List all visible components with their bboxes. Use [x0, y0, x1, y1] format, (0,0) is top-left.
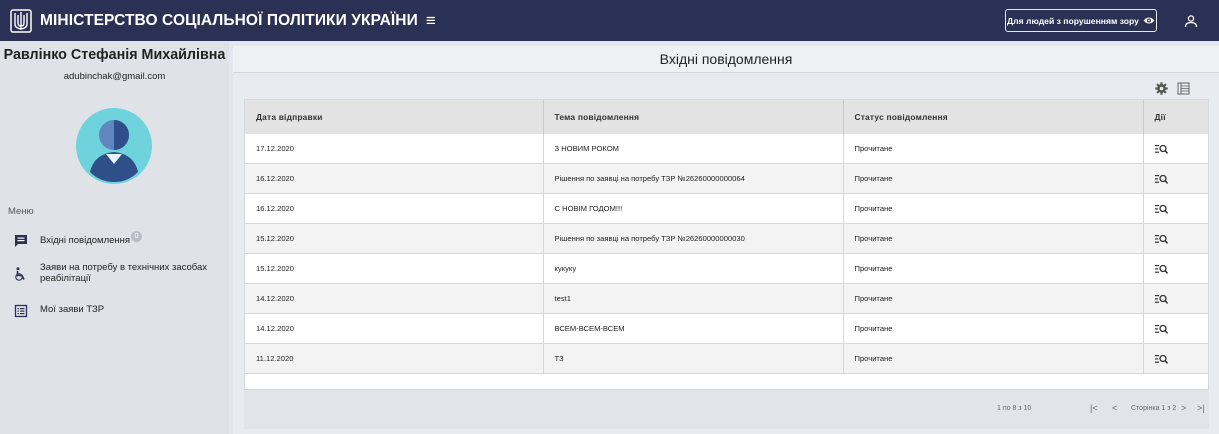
status-cell: Прочитане: [843, 223, 1144, 254]
gear-icon[interactable]: [1155, 82, 1168, 95]
unread-count-badge: 0: [131, 231, 143, 242]
list-icon: [14, 304, 28, 318]
message-icon: [15, 235, 27, 247]
date-cell: 16.12.2020: [245, 193, 544, 224]
eye-icon: [1143, 17, 1155, 24]
first-page-button[interactable]: |<: [1090, 403, 1098, 413]
table-row[interactable]: 15.12.2020 Рішення по заявці на потребу Т…: [245, 223, 1208, 254]
view-details-icon[interactable]: [1154, 204, 1168, 214]
user-email: adubinchak@gmail.com: [63, 71, 166, 82]
actions-cell: [1143, 343, 1208, 374]
status-cell: Прочитане: [843, 313, 1144, 344]
sidebar-item-tzr-requests[interactable]: Заяви на потребу в технічних засобах реа…: [0, 260, 229, 286]
actions-cell: [1143, 163, 1208, 194]
sidebar: Равлінко Стефанія Михайлівна adubinchak@…: [0, 41, 229, 434]
subject-cell: test1: [543, 283, 844, 314]
menu-caption: Меню: [8, 206, 34, 217]
actions-cell: [1143, 193, 1208, 224]
subject-cell: ВСЕМ-ВСЕМ-ВСЕМ: [543, 313, 844, 344]
accessibility-mode-button[interactable]: Для людей з порушенням зору: [1005, 9, 1157, 32]
sidebar-item-my-tzr-requests[interactable]: Мої заяви ТЗР: [0, 302, 229, 320]
column-header-status[interactable]: Статус повідомлення: [843, 100, 1144, 134]
sidebar-item-incoming-messages[interactable]: Вхідні повідомлення 0: [0, 231, 229, 249]
view-details-icon[interactable]: [1154, 174, 1168, 184]
accessibility-button-label: Для людей з порушенням зору: [1007, 15, 1139, 26]
status-cell: Прочитане: [843, 253, 1144, 284]
subject-cell: кукуку: [543, 253, 844, 284]
actions-cell: [1143, 283, 1208, 314]
view-details-icon[interactable]: [1154, 264, 1168, 274]
date-cell: 15.12.2020: [245, 223, 544, 254]
subject-cell: Рішення по заявці на потребу ТЗР №262600…: [543, 163, 844, 194]
date-cell: 14.12.2020: [245, 283, 544, 314]
table-row[interactable]: 14.12.2020 ВСЕМ-ВСЕМ-ВСЕМ Прочитане: [245, 313, 1208, 344]
column-header-actions: Дії: [1143, 100, 1208, 134]
top-bar: МІНІСТЕРСТВО СОЦІАЛЬНОЇ ПОЛІТИКИ УКРАЇНИ…: [0, 0, 1219, 41]
messages-table: Дата відправки Тема повідомлення Статус …: [244, 99, 1209, 429]
actions-cell: [1143, 223, 1208, 254]
divider: [233, 72, 1219, 73]
page-title: Вхідні повідомлення: [233, 46, 1219, 72]
status-cell: Прочитане: [843, 283, 1144, 314]
sidebar-item-label: Заяви на потребу в технічних засобах реа…: [40, 262, 208, 284]
date-cell: 11.12.2020: [245, 343, 544, 374]
subject-cell: Рішення по заявці на потребу ТЗР №262600…: [543, 223, 844, 254]
table-header-row: Дата відправки Тема повідомлення Статус …: [245, 100, 1208, 134]
user-name: Равлінко Стефанія Михайлівна: [3, 47, 226, 63]
table-row[interactable]: 11.12.2020 ТЗ Прочитане: [245, 343, 1208, 374]
status-cell: Прочитане: [843, 134, 1144, 164]
table-row[interactable]: 16.12.2020 С НОВІМ ГОДОМ!!! Прочитане: [245, 193, 1208, 224]
subject-cell: ТЗ: [543, 343, 844, 374]
sidebar-item-label: Мої заяви ТЗР: [40, 304, 105, 315]
view-details-icon[interactable]: [1154, 354, 1168, 364]
column-header-date[interactable]: Дата відправки: [245, 100, 544, 134]
avatar: [76, 108, 152, 184]
pagination-range: 1 по 8 з 10: [997, 405, 1032, 412]
table-row[interactable]: 17.12.2020 З НОВИМ РОКОМ Прочитане: [245, 134, 1208, 164]
user-icon[interactable]: [1184, 14, 1198, 28]
status-cell: Прочитане: [843, 163, 1144, 194]
main-content: Вхідні повідомлення Дата відправки Тема …: [233, 46, 1219, 434]
next-page-button[interactable]: >: [1181, 403, 1186, 413]
table-row[interactable]: 14.12.2020 test1 Прочитане: [245, 283, 1208, 314]
columns-icon[interactable]: [1177, 82, 1190, 95]
hamburger-icon[interactable]: ≡: [426, 12, 436, 29]
column-header-subject[interactable]: Тема повідомлення: [543, 100, 844, 134]
subject-cell: З НОВИМ РОКОМ: [543, 134, 844, 164]
view-details-icon[interactable]: [1154, 294, 1168, 304]
status-cell: Прочитане: [843, 193, 1144, 224]
date-cell: 16.12.2020: [245, 163, 544, 194]
actions-cell: [1143, 253, 1208, 284]
date-cell: 15.12.2020: [245, 253, 544, 284]
trident-emblem-icon: [10, 8, 32, 33]
page-indicator: Сторінка 1 з 2: [1131, 405, 1177, 412]
last-page-button[interactable]: >|: [1197, 403, 1205, 413]
view-details-icon[interactable]: [1154, 324, 1168, 334]
table-row[interactable]: 15.12.2020 кукуку Прочитане: [245, 253, 1208, 284]
app-title: МІНІСТЕРСТВО СОЦІАЛЬНОЇ ПОЛІТИКИ УКРАЇНИ: [40, 11, 418, 29]
wheelchair-icon: [15, 267, 25, 281]
status-cell: Прочитане: [843, 343, 1144, 374]
sidebar-item-label: Вхідні повідомлення: [40, 235, 131, 246]
actions-cell: [1143, 313, 1208, 344]
view-details-icon[interactable]: [1154, 234, 1168, 244]
date-cell: 14.12.2020: [245, 313, 544, 344]
table-row[interactable]: 16.12.2020 Рішення по заявці на потребу Т…: [245, 163, 1208, 194]
date-cell: 17.12.2020: [245, 134, 544, 164]
view-details-icon[interactable]: [1154, 144, 1168, 154]
subject-cell: С НОВІМ ГОДОМ!!!: [543, 193, 844, 224]
table-footer: 1 по 8 з 10 |< < Сторінка 1 з 2 > >|: [244, 389, 1209, 429]
prev-page-button[interactable]: <: [1112, 403, 1117, 413]
actions-cell: [1143, 134, 1208, 164]
